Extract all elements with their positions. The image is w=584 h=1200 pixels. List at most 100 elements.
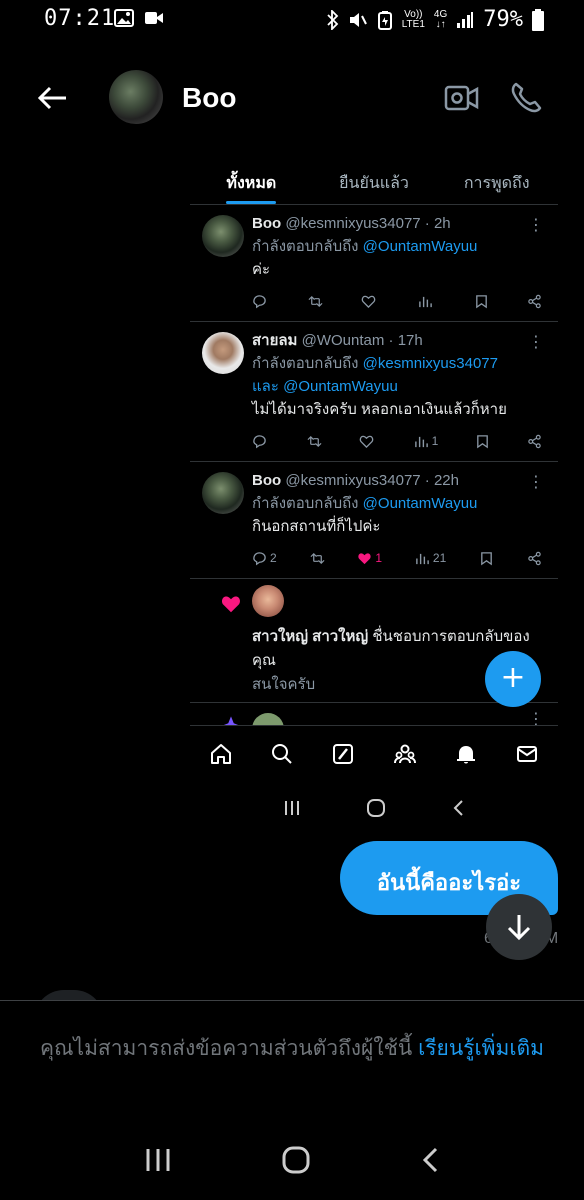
like-button[interactable] xyxy=(359,431,377,451)
recent-apps-icon[interactable] xyxy=(144,1147,172,1173)
phone-call-icon[interactable] xyxy=(508,80,544,116)
reply-mention[interactable]: @OuntamWayuu xyxy=(283,378,398,395)
reply-button[interactable] xyxy=(252,431,270,451)
more-options-icon[interactable]: ⋮ xyxy=(528,472,544,491)
reply-and: และ xyxy=(252,378,279,395)
share-button[interactable] xyxy=(527,431,542,451)
views-button[interactable]: 1 xyxy=(414,431,438,451)
reply-prefix: กำลังตอบกลับถึง xyxy=(252,355,359,372)
share-icon xyxy=(528,434,541,448)
heart-filled-icon xyxy=(222,596,240,613)
like-button[interactable]: 1 xyxy=(357,548,382,568)
views-icon xyxy=(418,296,432,307)
avatar[interactable] xyxy=(202,332,244,374)
home-icon[interactable] xyxy=(209,742,233,766)
tab-all[interactable]: ทั้งหมด xyxy=(190,155,313,204)
home-button-icon[interactable] xyxy=(281,1145,311,1175)
signal-icon xyxy=(457,11,474,28)
communities-icon[interactable] xyxy=(393,742,417,766)
scroll-to-bottom-button[interactable] xyxy=(486,894,552,960)
tab-mentions[interactable]: การพูดถึง xyxy=(435,155,558,204)
recent-apps-icon xyxy=(284,801,299,815)
views-icon xyxy=(414,436,428,447)
video-call-icon[interactable] xyxy=(444,84,480,112)
notice-text: คุณไม่สามารถส่งข้อความส่วนตัวถึงผู้ใช้นี… xyxy=(40,1037,419,1060)
grok-icon[interactable] xyxy=(331,742,355,766)
active-tab-indicator xyxy=(226,201,276,204)
share-button[interactable] xyxy=(527,548,542,568)
views-button[interactable] xyxy=(418,291,436,311)
share-button[interactable] xyxy=(527,291,542,311)
shared-screenshot[interactable]: ทั้งหมด ยืนยันแล้ว การพูดถึง ⋮ Boo @kesm… xyxy=(190,155,558,835)
tweet-handle-time: @kesmnixyus34077 · 2h xyxy=(285,215,451,232)
tweet-handle-time: @WOuntam · 17h xyxy=(301,332,423,349)
notification-actor[interactable]: สาวใหญ่ สาวใหญ่ xyxy=(252,628,368,645)
arrow-down-icon xyxy=(507,915,531,941)
battery-saver-icon xyxy=(377,10,392,30)
bookmark-icon xyxy=(477,434,488,448)
reply-icon xyxy=(253,551,266,565)
back-icon xyxy=(453,800,464,816)
reply-icon xyxy=(253,434,266,448)
back-icon[interactable] xyxy=(420,1146,440,1174)
like-button[interactable] xyxy=(361,291,379,311)
retweet-icon xyxy=(307,435,322,447)
tweet-author-name[interactable]: Boo xyxy=(252,472,281,489)
tweet-actions: 1 xyxy=(252,431,548,451)
reply-prefix: กำลังตอบกลับถึง xyxy=(252,238,359,255)
reply-mention[interactable]: @kesmnixyus34077 xyxy=(363,355,498,372)
video-record-icon xyxy=(145,12,163,24)
system-nav-bar xyxy=(0,1120,584,1200)
volte-indicator: Vo)) LTE1 xyxy=(401,8,425,30)
tweet-author-name[interactable]: สายลม xyxy=(252,332,297,349)
status-time: 07:21 xyxy=(44,6,116,31)
retweet-icon xyxy=(310,552,325,564)
tweet-body: ค่ะ xyxy=(252,261,271,278)
avatar[interactable] xyxy=(202,215,244,257)
avatar[interactable] xyxy=(202,472,244,514)
tab-verified[interactable]: ยืนยันแล้ว xyxy=(313,155,436,204)
reply-mention[interactable]: @OuntamWayuu xyxy=(363,495,478,512)
tweet-author-name[interactable]: Boo xyxy=(252,215,281,232)
search-icon[interactable] xyxy=(270,742,294,766)
bookmark-button[interactable] xyxy=(474,291,489,311)
tweet[interactable]: ⋮ สายลม @WOuntam · 17h กำลังตอบกลับถึง @… xyxy=(190,322,558,462)
reply-button[interactable]: 2 xyxy=(252,548,277,568)
compose-fab-button[interactable]: + xyxy=(485,651,541,707)
bookmark-button[interactable] xyxy=(479,548,494,568)
contact-name[interactable]: Boo xyxy=(182,82,236,114)
chat-header: Boo xyxy=(0,62,584,132)
retweet-icon xyxy=(308,295,323,307)
bookmark-icon xyxy=(481,551,492,565)
reply-mention[interactable]: @OuntamWayuu xyxy=(363,238,478,255)
reply-button[interactable] xyxy=(252,291,270,311)
tweet-actions: 2 1 21 xyxy=(252,548,548,568)
retweet-button[interactable] xyxy=(307,431,322,451)
status-bar: 07:21 Vo)) LTE1 4G ↓↑ 79% xyxy=(0,0,584,40)
tweet-actions xyxy=(252,291,548,311)
reply-prefix: กำลังตอบกลับถึง xyxy=(252,495,359,512)
more-options-icon[interactable]: ⋮ xyxy=(528,215,544,234)
notifications-icon[interactable] xyxy=(454,742,478,766)
tweet-body: กินอกสถานที่ก็ไปค่ะ xyxy=(252,518,381,535)
messages-icon[interactable] xyxy=(515,742,539,766)
retweet-button[interactable] xyxy=(310,548,325,568)
retweet-button[interactable] xyxy=(308,291,323,311)
app-bottom-nav xyxy=(190,725,558,781)
more-options-icon[interactable]: ⋮ xyxy=(528,332,544,351)
tweet[interactable]: ⋮ Boo @kesmnixyus34077 · 22h กำลังตอบกลั… xyxy=(190,462,558,579)
dm-restricted-notice: คุณไม่สามารถส่งข้อความส่วนตัวถึงผู้ใช้นี… xyxy=(0,1000,584,1120)
battery-percent: 79% xyxy=(483,7,523,32)
learn-more-link[interactable]: เรียนรู้เพิ่มเติม xyxy=(418,1037,544,1060)
contact-avatar[interactable] xyxy=(109,70,163,124)
bookmark-icon xyxy=(475,294,487,308)
back-arrow-icon[interactable] xyxy=(34,80,70,116)
bookmark-button[interactable] xyxy=(475,431,490,451)
network-type: 4G ↓↑ xyxy=(433,8,448,30)
avatar[interactable] xyxy=(252,585,284,617)
views-button[interactable]: 21 xyxy=(415,548,446,568)
tweet[interactable]: ⋮ Boo @kesmnixyus34077 · 2h กำลังตอบกลับ… xyxy=(190,205,558,322)
tweet-handle-time: @kesmnixyus34077 · 22h xyxy=(285,472,459,489)
heart-icon xyxy=(362,295,376,308)
reply-icon xyxy=(253,294,266,308)
